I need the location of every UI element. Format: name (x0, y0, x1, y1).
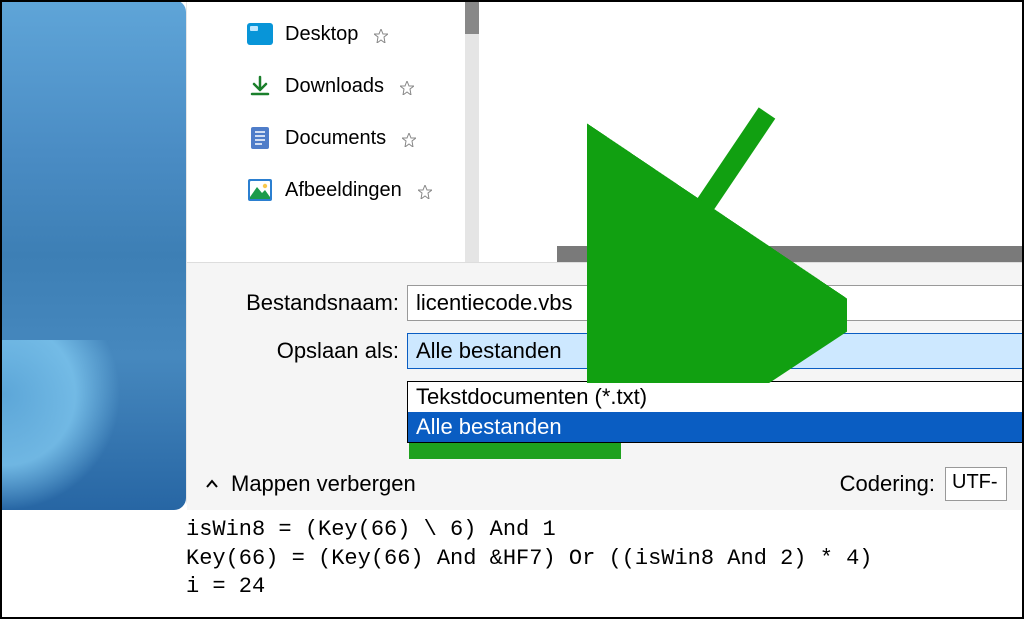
nav-label: Documents (285, 127, 386, 150)
nav-sidebar: Desktop Downloads (243, 14, 463, 222)
encoding-dropdown[interactable]: UTF- (945, 467, 1007, 501)
saveas-label: Opslaan als: (187, 338, 407, 364)
download-icon (247, 74, 273, 98)
nav-item-downloads[interactable]: Downloads (243, 66, 463, 106)
form-area: Bestandsnaam: Opslaan als: Alle bestande… (187, 262, 1024, 510)
desktop-background (0, 0, 186, 510)
nav-label: Downloads (285, 75, 384, 98)
desktop-icon (247, 22, 273, 46)
nav-item-images[interactable]: Afbeeldingen (243, 170, 463, 210)
annotation-underline (409, 443, 621, 459)
saveas-dropdown-list: Tekstdocumenten (*.txt) Alle bestanden (407, 381, 1024, 443)
filename-input[interactable] (407, 285, 1024, 321)
image-icon (247, 178, 273, 202)
saveas-dropdown[interactable]: Alle bestanden (407, 333, 1024, 369)
document-icon (247, 126, 273, 150)
pin-icon (402, 130, 418, 146)
save-dialog: Desktop Downloads (186, 0, 1024, 510)
pin-icon (374, 26, 390, 42)
scroll-thumb[interactable] (465, 0, 479, 34)
code-line: i = 24 (186, 574, 265, 599)
encoding-label: Codering: (840, 471, 935, 497)
nav-label: Desktop (285, 23, 358, 46)
code-line: Key(66) = (Key(66) And &HF7) Or ((isWin8… (186, 546, 873, 571)
dropdown-option-txt[interactable]: Tekstdocumenten (*.txt) (408, 382, 1024, 412)
filename-label: Bestandsnaam: (187, 290, 407, 316)
nav-item-documents[interactable]: Documents (243, 118, 463, 158)
nav-label: Afbeeldingen (285, 179, 402, 202)
desktop-curve (0, 340, 130, 520)
dialog-footer: Mappen verbergen Codering: UTF- (187, 458, 1024, 510)
code-preview: isWin8 = (Key(66) \ 6) And 1 Key(66) = (… (186, 516, 1024, 602)
dropdown-option-all[interactable]: Alle bestanden (408, 412, 1024, 442)
code-line: isWin8 = (Key(66) \ 6) And 1 (186, 517, 556, 542)
pin-icon (400, 78, 416, 94)
chevron-up-icon[interactable] (205, 476, 221, 492)
filename-row: Bestandsnaam: (187, 285, 1024, 321)
vertical-scrollbar[interactable] (465, 0, 479, 262)
saveas-selected-text: Alle bestanden (416, 338, 562, 364)
horizontal-scrollbar[interactable] (557, 246, 1024, 262)
nav-item-desktop[interactable]: Desktop (243, 14, 463, 54)
pin-icon (418, 182, 434, 198)
saveas-row: Opslaan als: Alle bestanden (187, 333, 1024, 369)
hide-folders-link[interactable]: Mappen verbergen (231, 471, 416, 497)
